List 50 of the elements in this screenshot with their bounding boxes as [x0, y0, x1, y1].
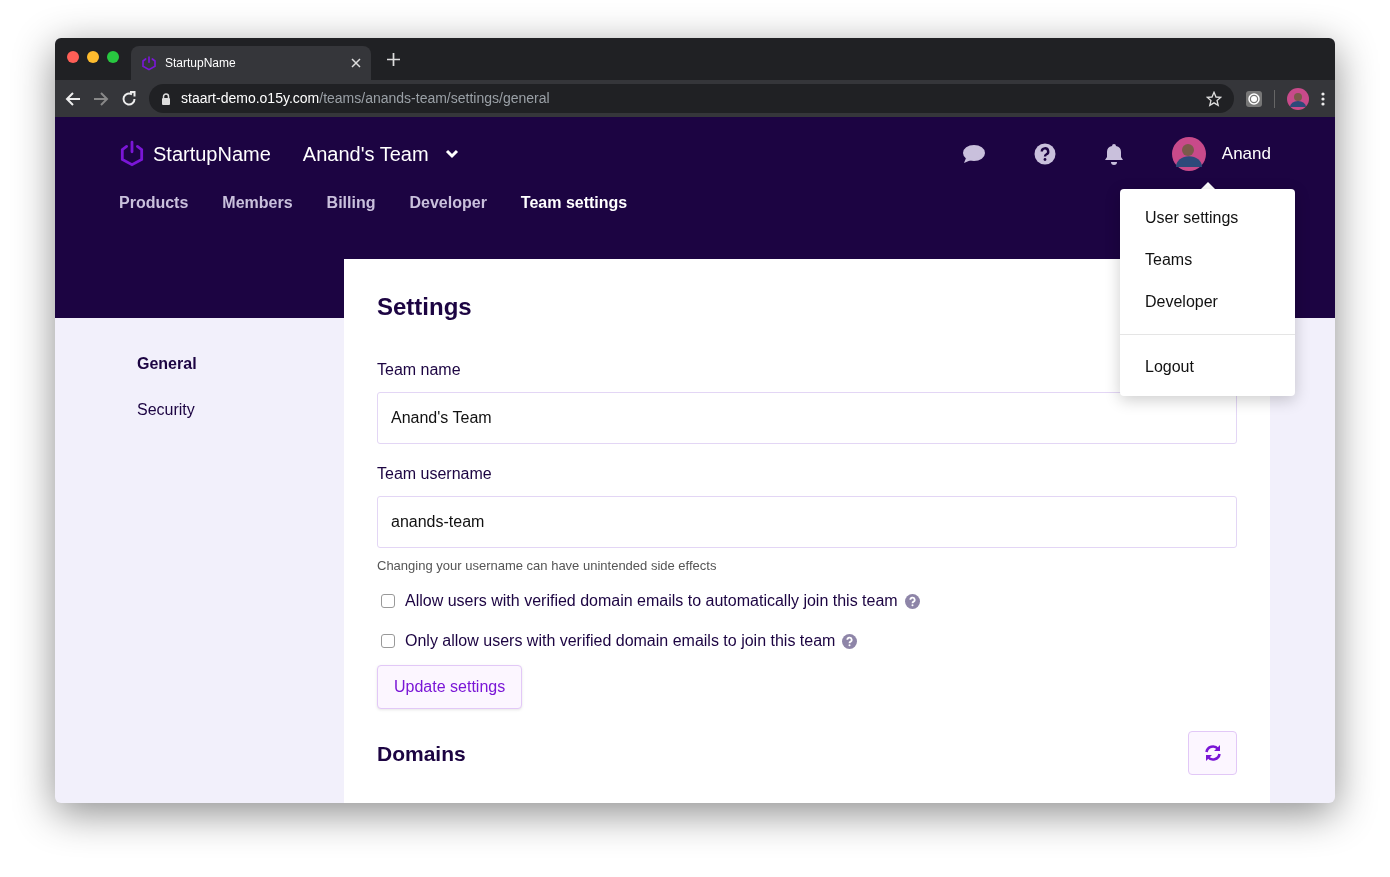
field-label: Team username [377, 463, 492, 484]
nav-tab[interactable]: Members [222, 191, 293, 215]
input-field[interactable]: Anand's Team [377, 391, 1237, 444]
checkbox-label[interactable]: Allow users with verified domain emails to automatically join this team [405, 589, 898, 614]
chat-icon[interactable] [961, 144, 986, 164]
power-logo-icon [141, 55, 157, 71]
nav-tab[interactable]: Team settings [520, 191, 628, 215]
forward-arrow-icon[interactable] [93, 90, 109, 107]
brand-name[interactable]: StartupName [153, 139, 271, 169]
lock-icon [161, 92, 171, 105]
star-icon[interactable] [1206, 90, 1222, 107]
team-switcher[interactable]: Anand's Team [294, 139, 459, 169]
checkbox-label[interactable]: Only allow users with verified domain emails to join this team [405, 629, 836, 654]
extension-icon[interactable] [1246, 90, 1262, 107]
refresh-button[interactable] [1188, 731, 1237, 776]
bell-icon[interactable] [1103, 143, 1124, 165]
nav-tab[interactable]: Products [119, 191, 189, 215]
field-label: Team name [377, 359, 461, 380]
minimize-window-button[interactable] [87, 51, 99, 63]
user-name[interactable]: Anand [1221, 141, 1271, 167]
power-logo-icon[interactable] [119, 140, 145, 168]
menu-item[interactable]: Teams [1120, 239, 1218, 281]
checkbox[interactable] [381, 594, 395, 609]
close-tab-icon[interactable] [351, 58, 361, 68]
sidebar-item[interactable]: Security [137, 398, 344, 422]
close-window-button[interactable] [67, 51, 79, 63]
settings-heading: Settings [377, 293, 472, 322]
menu-icon[interactable] [1321, 91, 1325, 106]
refresh-icon [1203, 744, 1222, 763]
menu-item[interactable]: Logout [1120, 346, 1219, 388]
help-icon[interactable] [1033, 143, 1056, 165]
nav-tab[interactable]: Developer [409, 191, 487, 215]
nav-tab[interactable]: Billing [326, 191, 376, 215]
new-tab-icon[interactable] [387, 52, 400, 66]
menu-item[interactable]: Developer [1120, 281, 1243, 323]
browser-tab[interactable]: StartupName [131, 46, 371, 80]
checkbox[interactable] [381, 634, 395, 649]
avatar-icon[interactable] [1287, 87, 1309, 110]
tab-title: StartupName [165, 55, 237, 72]
maximize-window-button[interactable] [107, 51, 119, 63]
input-field[interactable]: anands-team [377, 495, 1237, 548]
back-arrow-icon[interactable] [65, 90, 81, 107]
sidebar-item[interactable]: General [137, 352, 344, 376]
update-settings-button[interactable]: Update settings [377, 665, 523, 710]
help-text: Changing your username can have unintended side effects [377, 556, 718, 575]
reload-icon[interactable] [121, 90, 137, 107]
avatar-icon[interactable] [1171, 137, 1206, 171]
domains-heading: Domains [377, 740, 466, 766]
menu-item[interactable]: User settings [1120, 197, 1264, 239]
chevron-down-icon [444, 149, 459, 159]
